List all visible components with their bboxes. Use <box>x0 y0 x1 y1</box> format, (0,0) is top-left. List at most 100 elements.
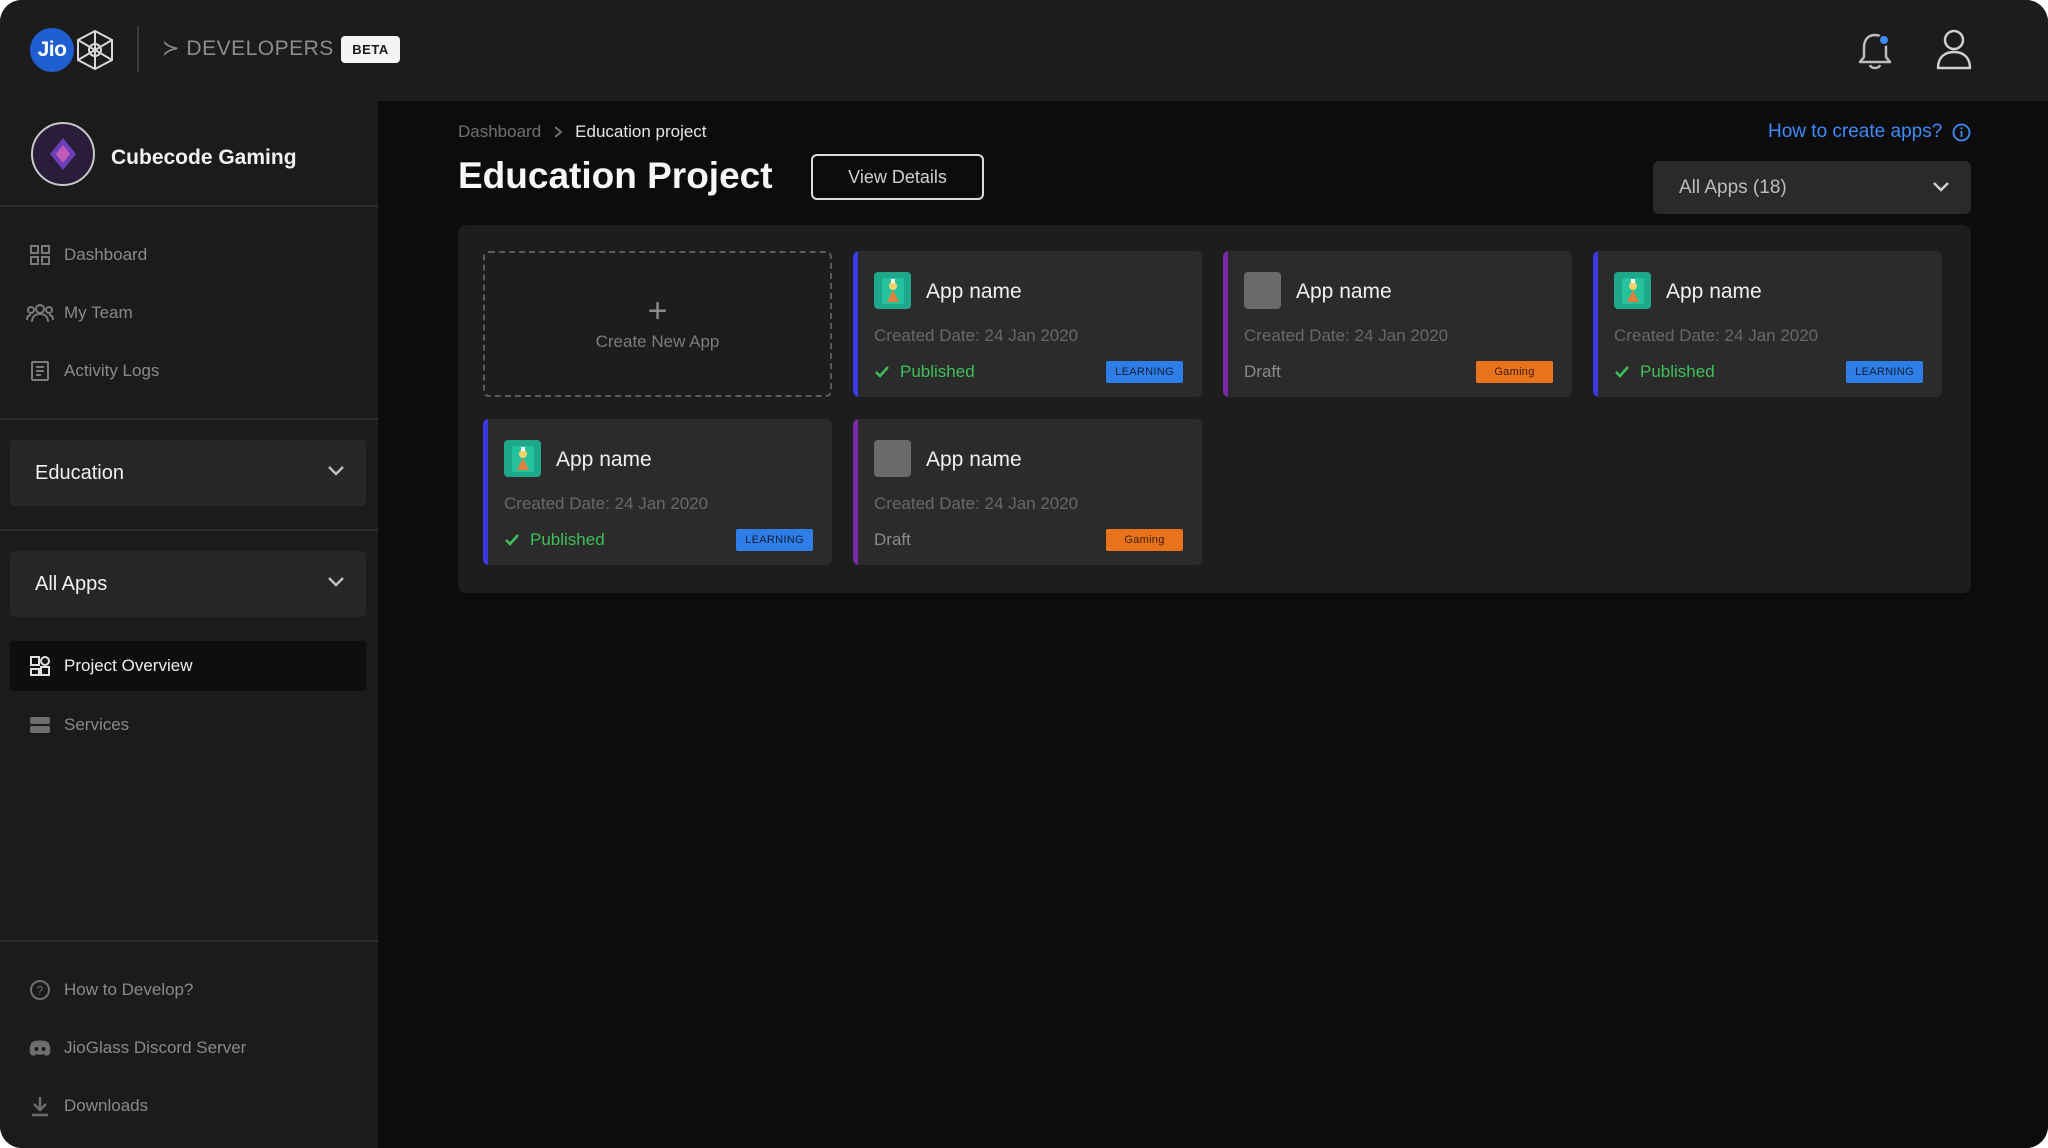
help-link-label: How to create apps? <box>1768 121 1943 142</box>
sidebar-item-label: JioGlass Discord Server <box>64 1038 247 1057</box>
apps-select-value: All Apps <box>35 572 108 595</box>
team-icon <box>20 302 60 324</box>
app-window: Jio ≻ DEVELOPERS BETA Cubecode Gaming Da… <box>0 0 2048 1148</box>
sidebar-item-project-overview[interactable]: Project Overview <box>10 641 366 691</box>
sidebar-item-discord[interactable]: JioGlass Discord Server <box>10 1023 366 1073</box>
category-tag: LEARNING <box>736 529 813 551</box>
placeholder-icon <box>1244 272 1281 309</box>
sidebar: Cubecode Gaming Dashboard My Team Activi… <box>0 101 378 1148</box>
plus-icon: + <box>647 292 668 330</box>
organization-header[interactable]: Cubecode Gaming <box>0 101 378 207</box>
category-tag: LEARNING <box>1846 361 1923 383</box>
check-icon <box>1615 366 1629 378</box>
breadcrumb: Dashboard Education project <box>458 122 707 142</box>
apps-grid-panel: + Create New App App name Created Date: … <box>458 225 1971 593</box>
app-status: Published <box>1614 362 1715 382</box>
app-status: Published <box>874 362 975 382</box>
app-card[interactable]: App name Created Date: 24 Jan 2020 Draft… <box>1223 251 1572 397</box>
card-accent-bar <box>483 419 488 565</box>
placeholder-icon <box>874 440 911 477</box>
apps-select[interactable]: All Apps <box>10 551 366 617</box>
sidebar-item-activity-logs[interactable]: Activity Logs <box>10 346 366 396</box>
sidebar-item-services[interactable]: Services <box>10 700 366 750</box>
grid-icon <box>20 244 60 266</box>
sidebar-divider <box>0 940 378 942</box>
sidebar-item-label: How to Develop? <box>64 980 194 999</box>
sidebar-item-dashboard[interactable]: Dashboard <box>10 230 366 280</box>
main-content: Dashboard Education project Education Pr… <box>378 101 2048 1148</box>
check-icon <box>505 534 519 546</box>
sidebar-item-my-team[interactable]: My Team <box>10 288 366 338</box>
app-card[interactable]: App name Created Date: 24 Jan 2020 Publi… <box>1593 251 1942 397</box>
app-created-date: Created Date: 24 Jan 2020 <box>504 494 709 513</box>
sidebar-divider <box>0 529 378 531</box>
app-status-label: Published <box>900 362 975 381</box>
jio-logo[interactable]: Jio <box>30 26 116 74</box>
app-card[interactable]: App name Created Date: 24 Jan 2020 Publi… <box>853 251 1202 397</box>
chevron-down-icon <box>328 466 344 476</box>
page-title: Education Project <box>458 155 773 196</box>
project-select[interactable]: Education <box>10 440 366 506</box>
app-status: Draft <box>1244 362 1281 382</box>
app-status-label: Draft <box>1244 362 1281 381</box>
breadcrumb-current: Education project <box>575 122 707 141</box>
download-icon <box>20 1095 60 1117</box>
sidebar-item-label: My Team <box>64 303 133 322</box>
app-status-label: Draft <box>874 530 911 549</box>
organization-avatar <box>31 122 95 186</box>
services-icon <box>20 715 60 735</box>
sidebar-item-how-to-develop[interactable]: ? How to Develop? <box>10 965 366 1015</box>
sidebar-item-downloads[interactable]: Downloads <box>10 1081 366 1131</box>
sidebar-item-label: Dashboard <box>64 245 148 264</box>
notification-dot <box>1878 34 1890 46</box>
project-select-value: Education <box>35 461 124 484</box>
sidebar-item-label: Project Overview <box>64 656 193 675</box>
app-status: Published <box>504 530 605 550</box>
help-circle-icon: ? <box>20 979 60 1001</box>
check-icon <box>875 366 889 378</box>
chevron-down-icon <box>328 577 344 587</box>
developers-label[interactable]: ≻ DEVELOPERS <box>162 36 334 61</box>
apps-filter-select[interactable]: All Apps (18) <box>1653 161 1971 214</box>
app-name: App name <box>556 448 652 471</box>
create-new-app-label: Create New App <box>595 332 720 351</box>
apps-filter-value: All Apps (18) <box>1679 176 1787 198</box>
chevron-down-icon <box>1933 182 1949 192</box>
app-status-label: Published <box>530 530 605 549</box>
sidebar-item-label: Downloads <box>64 1096 149 1115</box>
app-created-date: Created Date: 24 Jan 2020 <box>874 494 1079 513</box>
card-accent-bar <box>853 251 858 397</box>
sidebar-item-label: Services <box>64 715 130 734</box>
card-accent-bar <box>853 419 858 565</box>
app-status: Draft <box>874 530 911 550</box>
category-tag: LEARNING <box>1106 361 1183 383</box>
breadcrumb-dashboard[interactable]: Dashboard <box>458 122 541 142</box>
app-name: App name <box>1296 280 1392 303</box>
view-details-button[interactable]: View Details <box>811 154 984 200</box>
user-profile-icon[interactable] <box>1934 27 1974 71</box>
create-new-app-card[interactable]: + Create New App <box>483 251 832 397</box>
card-accent-bar <box>1223 251 1228 397</box>
how-to-create-apps-link[interactable]: How to create apps? <box>1768 121 1971 143</box>
category-tag: Gaming <box>1106 529 1183 551</box>
discord-icon <box>20 1039 60 1057</box>
top-bar: Jio ≻ DEVELOPERS BETA <box>0 0 2048 101</box>
jio-logo-text: Jio <box>30 28 74 72</box>
info-icon <box>1952 123 1971 141</box>
cubecode-logo-icon <box>50 138 76 170</box>
app-game-icon <box>1614 272 1651 309</box>
topbar-divider <box>137 26 139 72</box>
cube-logo-icon <box>77 29 113 71</box>
category-tag: Gaming <box>1476 361 1553 383</box>
sidebar-divider <box>0 418 378 420</box>
app-status-label: Published <box>1640 362 1715 381</box>
app-game-icon <box>874 272 911 309</box>
card-accent-bar <box>1593 251 1598 397</box>
app-card[interactable]: App name Created Date: 24 Jan 2020 Draft… <box>853 419 1202 565</box>
app-name: App name <box>926 280 1022 303</box>
activity-log-icon <box>20 360 60 382</box>
app-created-date: Created Date: 24 Jan 2020 <box>1244 326 1449 345</box>
app-created-date: Created Date: 24 Jan 2020 <box>874 326 1079 345</box>
app-card[interactable]: App name Created Date: 24 Jan 2020 Publi… <box>483 419 832 565</box>
app-created-date: Created Date: 24 Jan 2020 <box>1614 326 1819 345</box>
